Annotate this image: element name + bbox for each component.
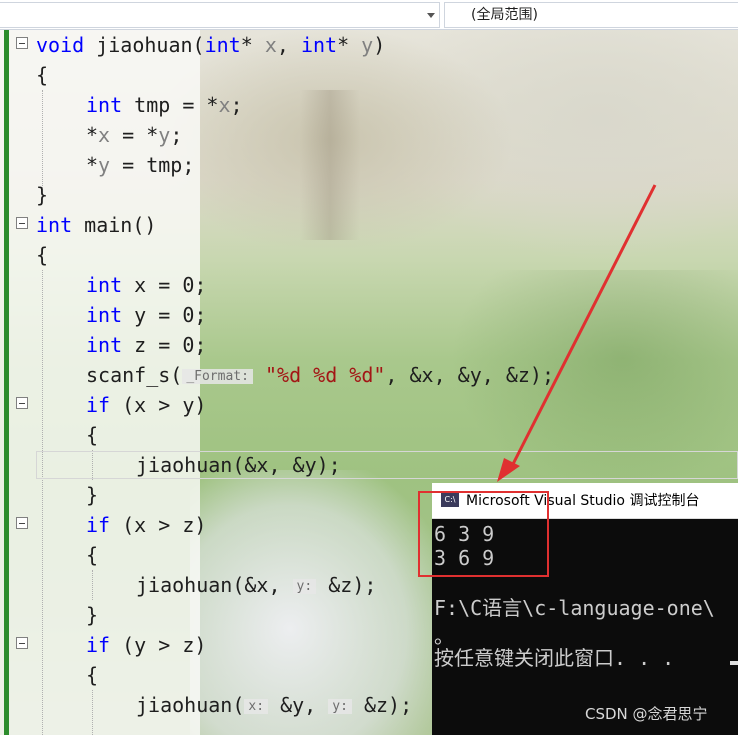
annotation-arrow (497, 184, 657, 482)
annotation-arrow-head (497, 458, 520, 482)
annotation-arrow-line (508, 184, 657, 471)
